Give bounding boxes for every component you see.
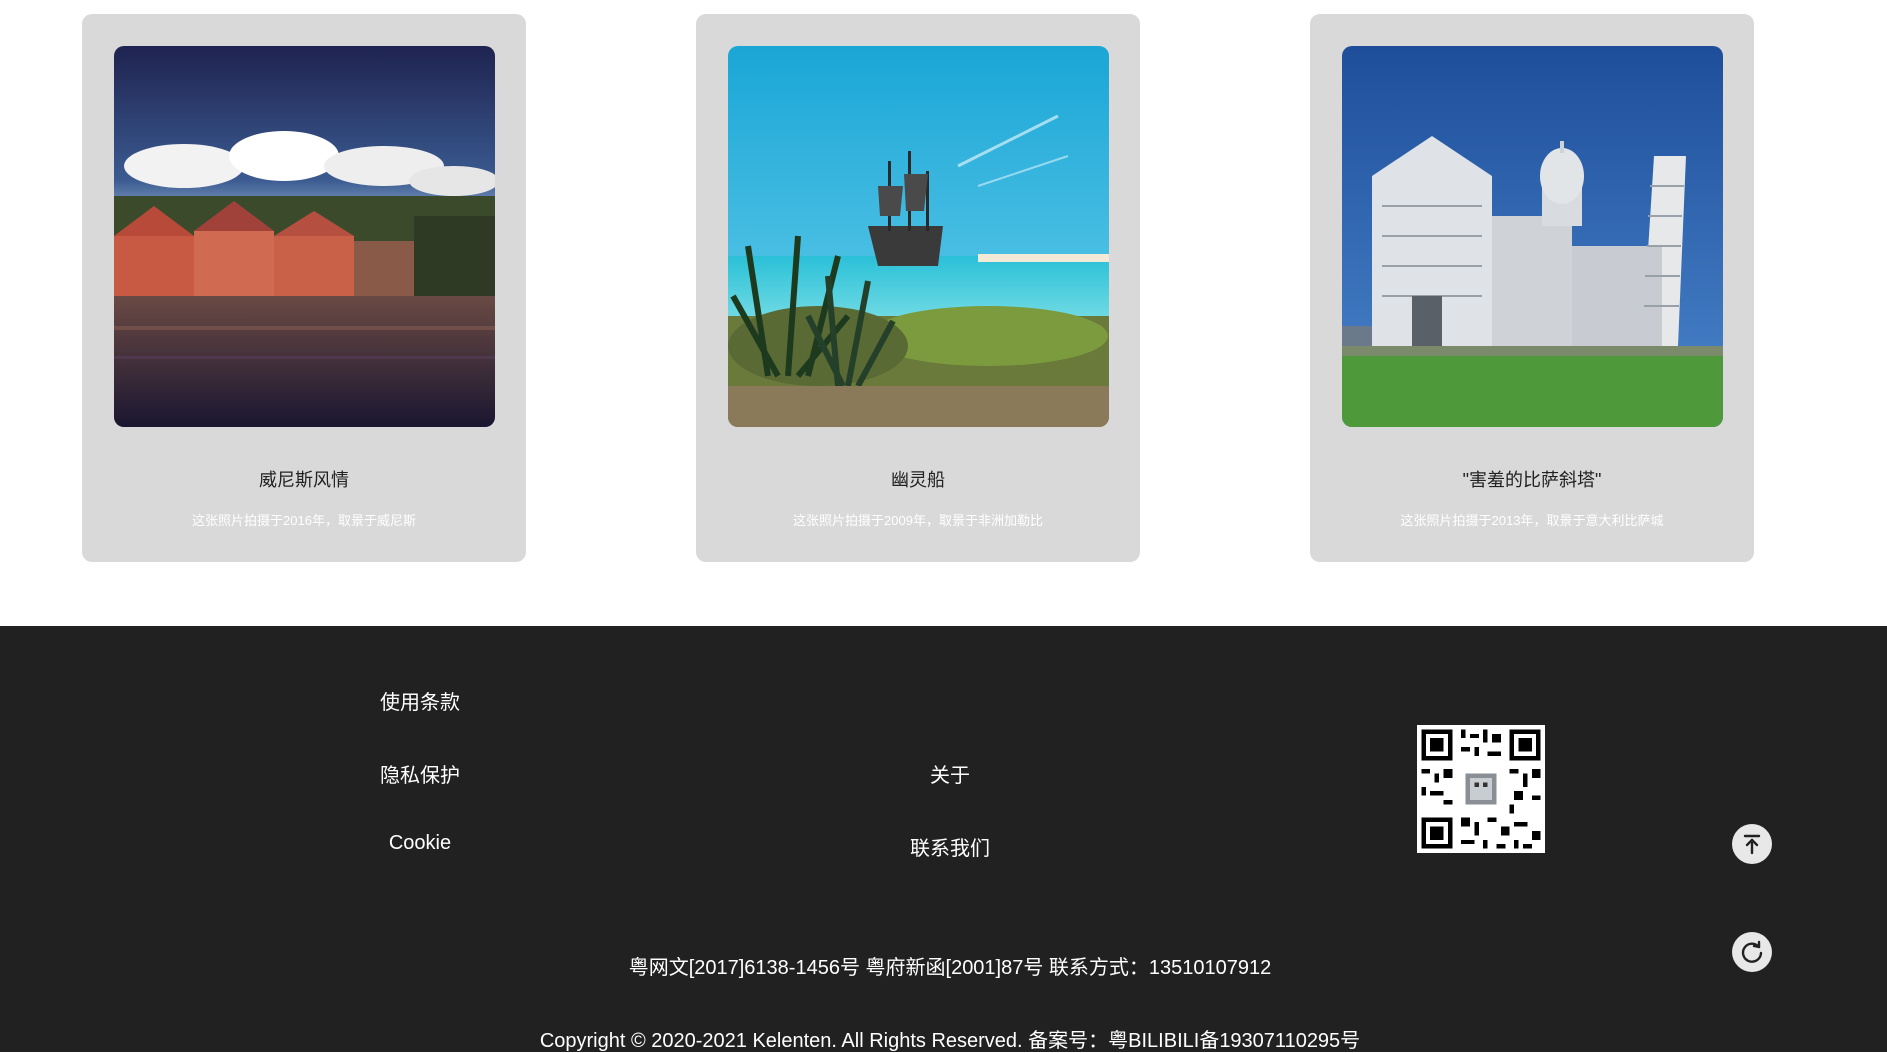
footer-link-contact[interactable]: 联系我们	[840, 832, 1060, 861]
photo-description: 这张照片拍摄于2009年，取景于非洲加勒比	[793, 513, 1043, 528]
photo-gallery: 威尼斯风情 这张照片拍摄于2016年，取景于威尼斯 幽灵船 这张照片拍摄于200…	[0, 0, 1887, 626]
photo-description: 这张照片拍摄于2016年，取景于威尼斯	[192, 513, 416, 528]
photo-description: 这张照片拍摄于2013年，取景于意大利比萨城	[1400, 513, 1664, 528]
photo-title: 幽灵船	[891, 470, 945, 490]
license-line: 粤网文[2017]6138-1456号 粤府新函[2001]87号 联系方式：1…	[628, 957, 1272, 979]
copyright-line: Copyright © 2020-2021 Kelenten. All Righ…	[539, 1030, 1361, 1052]
photo-card-ghost-ship[interactable]: 幽灵船 这张照片拍摄于2009年，取景于非洲加勒比	[696, 14, 1140, 562]
qr-code-icon	[1417, 725, 1545, 853]
footer-link-privacy[interactable]: 隐私保护	[310, 759, 530, 788]
site-footer: 使用条款 隐私保护 Cookie 关于 联系我们 粤网文[2017]6138-1…	[0, 626, 1887, 1052]
harbor-town-photo[interactable]	[114, 46, 495, 427]
pisa-cathedral-photo[interactable]	[1342, 46, 1723, 427]
photo-title: "害羞的比萨斜塔"	[1462, 470, 1602, 490]
photo-card-pisa[interactable]: "害羞的比萨斜塔" 这张照片拍摄于2013年，取景于意大利比萨城	[1310, 14, 1754, 562]
photo-card-venice[interactable]: 威尼斯风情 这张照片拍摄于2016年，取景于威尼斯	[82, 14, 526, 562]
footer-link-about[interactable]: 关于	[840, 759, 1060, 788]
footer-link-terms[interactable]: 使用条款	[310, 686, 530, 715]
back-to-top-icon	[1743, 834, 1761, 855]
footer-link-cookie[interactable]: Cookie	[310, 832, 530, 855]
back-to-top-button[interactable]	[1732, 824, 1772, 864]
ghost-ship-photo[interactable]	[728, 46, 1109, 427]
photo-title: 威尼斯风情	[259, 470, 349, 490]
